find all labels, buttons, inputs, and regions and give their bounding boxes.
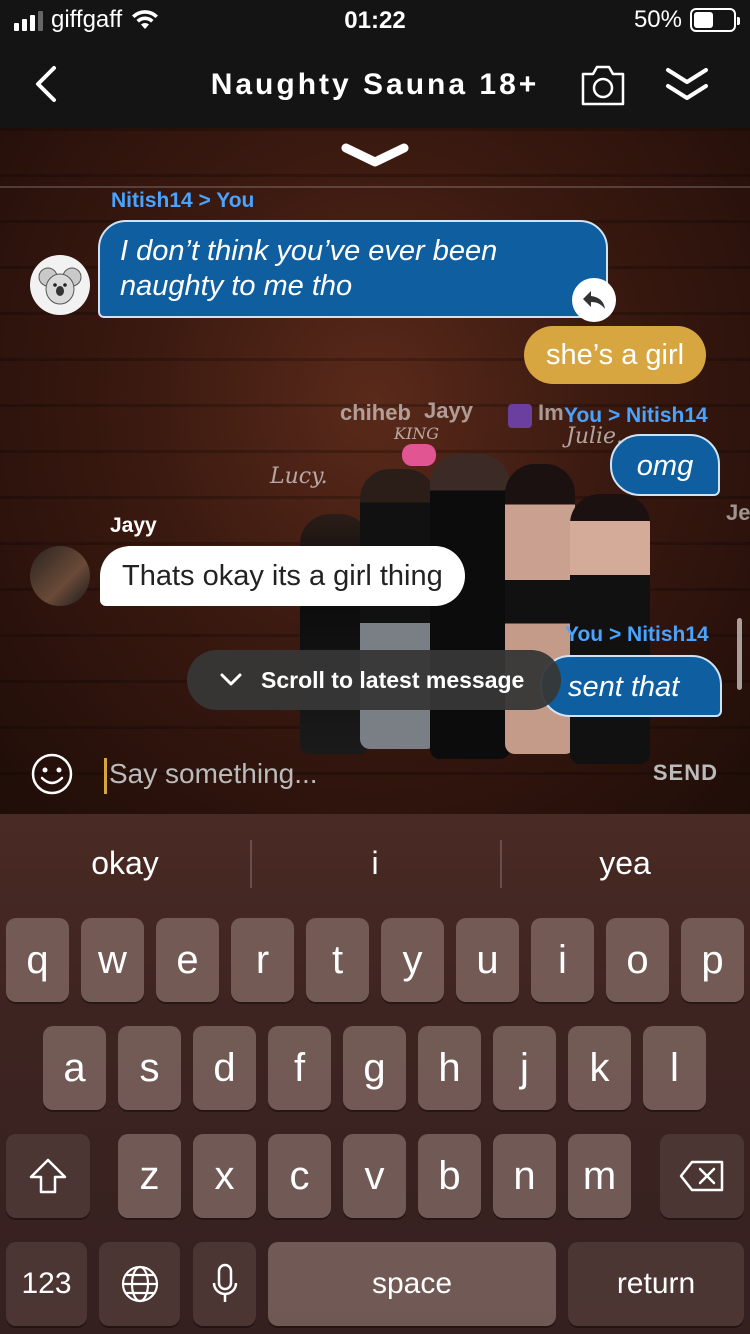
message-meta: Nitish14 > You <box>111 189 255 212</box>
camera-icon <box>581 65 625 106</box>
scrollbar[interactable] <box>737 618 742 690</box>
key-q[interactable]: q <box>6 918 69 1002</box>
key-e[interactable]: e <box>156 918 219 1002</box>
emoji-button[interactable] <box>30 752 74 796</box>
suggestion-bar: okay i yea <box>0 814 750 912</box>
message-input[interactable]: Say something... <box>104 750 624 798</box>
divider <box>0 186 750 188</box>
dictation-key[interactable] <box>193 1242 256 1326</box>
camera-button[interactable] <box>580 62 626 108</box>
pink-bow <box>402 444 436 466</box>
key-o[interactable]: o <box>606 918 669 1002</box>
pull-down-chevron-icon[interactable] <box>340 142 410 172</box>
space-key[interactable]: space <box>268 1242 556 1326</box>
smiley-icon <box>31 753 73 795</box>
numbers-key[interactable]: 123 <box>6 1242 87 1326</box>
globe-icon <box>121 1265 158 1303</box>
scene-avatars <box>280 444 680 774</box>
floating-name: Im <box>538 400 564 425</box>
suggestion-item[interactable]: i <box>250 814 500 912</box>
key-u[interactable]: u <box>456 918 519 1002</box>
koala-avatar-icon <box>38 267 82 305</box>
shift-key[interactable] <box>6 1134 90 1218</box>
key-h[interactable]: h <box>418 1026 481 1110</box>
key-g[interactable]: g <box>343 1026 406 1110</box>
key-t[interactable]: t <box>306 918 369 1002</box>
scroll-to-latest-button[interactable]: Scroll to latest message <box>187 650 561 710</box>
key-m[interactable]: m <box>568 1134 631 1218</box>
message-bubble[interactable]: Thats okay its a girl thing <box>100 546 465 606</box>
key-z[interactable]: z <box>118 1134 181 1218</box>
key-k[interactable]: k <box>568 1026 631 1110</box>
message-text: I don’t think you’ve ever been <box>120 235 498 267</box>
battery-icon <box>690 8 740 32</box>
floating-name: Jayy <box>424 398 473 423</box>
message-meta: You > Nitish14 <box>565 623 709 646</box>
avatar[interactable] <box>30 255 90 315</box>
key-n[interactable]: n <box>493 1134 556 1218</box>
composer: Say something... SEND <box>0 734 750 814</box>
reply-button[interactable] <box>572 278 616 322</box>
chevron-down-icon <box>220 673 242 686</box>
microphone-icon <box>212 1263 237 1302</box>
keyboard: okay i yea q w e r t y u i o p a s d f g… <box>0 814 750 1334</box>
message-text: naughty to me tho <box>120 270 353 302</box>
key-v[interactable]: v <box>343 1134 406 1218</box>
shift-icon <box>29 1158 67 1194</box>
message-bubble[interactable]: I don’t think you’ve ever been naughty t… <box>98 220 608 318</box>
floating-name: Je <box>726 500 750 525</box>
scroll-label: Scroll to latest message <box>261 666 525 693</box>
key-l[interactable]: l <box>643 1026 706 1110</box>
return-key[interactable]: return <box>568 1242 744 1326</box>
double-chevron-down-icon <box>666 68 708 100</box>
text-caret <box>104 757 107 794</box>
key-a[interactable]: a <box>43 1026 106 1110</box>
reply-icon <box>583 291 605 309</box>
message-meta: Jayy <box>110 514 157 537</box>
key-r[interactable]: r <box>231 918 294 1002</box>
input-placeholder: Say something... <box>109 758 318 789</box>
battery-percent: 50% <box>633 6 682 33</box>
send-button[interactable]: SEND <box>653 760 718 786</box>
chat-header: Naughty Sauna 18+ <box>0 42 750 128</box>
message-meta: You > Nitish14 <box>564 404 708 427</box>
suggestion-item[interactable]: yea <box>500 814 750 912</box>
avatar[interactable] <box>30 546 90 606</box>
key-i[interactable]: i <box>531 918 594 1002</box>
backspace-key[interactable] <box>660 1134 744 1218</box>
floating-name: chiheb <box>340 400 411 425</box>
room-title: Naughty Sauna 18+ <box>210 68 540 101</box>
globe-key[interactable] <box>99 1242 180 1326</box>
floating-name: Lucy. <box>270 464 328 489</box>
key-s[interactable]: s <box>118 1026 181 1110</box>
key-c[interactable]: c <box>268 1134 331 1218</box>
key-d[interactable]: d <box>193 1026 256 1110</box>
status-right: 50% <box>633 6 740 34</box>
backspace-icon <box>679 1160 724 1192</box>
message-bubble[interactable]: she’s a girl <box>524 326 707 384</box>
key-w[interactable]: w <box>81 918 144 1002</box>
floating-name: KING <box>394 424 440 443</box>
key-y[interactable]: y <box>381 918 444 1002</box>
badge-icon <box>508 404 532 428</box>
collapse-button[interactable] <box>664 62 710 108</box>
key-j[interactable]: j <box>493 1026 556 1110</box>
message-bubble[interactable]: omg <box>610 434 720 496</box>
key-x[interactable]: x <box>193 1134 256 1218</box>
key-p[interactable]: p <box>681 918 744 1002</box>
suggestion-item[interactable]: okay <box>0 814 250 912</box>
key-b[interactable]: b <box>418 1134 481 1218</box>
battery-fill <box>694 12 713 28</box>
status-bar: giffgaff 01:22 50% <box>0 0 750 42</box>
key-f[interactable]: f <box>268 1026 331 1110</box>
message-bubble[interactable]: sent that <box>540 655 722 717</box>
chat-area[interactable]: chiheb Jayy Im KING Julie. Lucy. Je Niti… <box>0 128 750 814</box>
